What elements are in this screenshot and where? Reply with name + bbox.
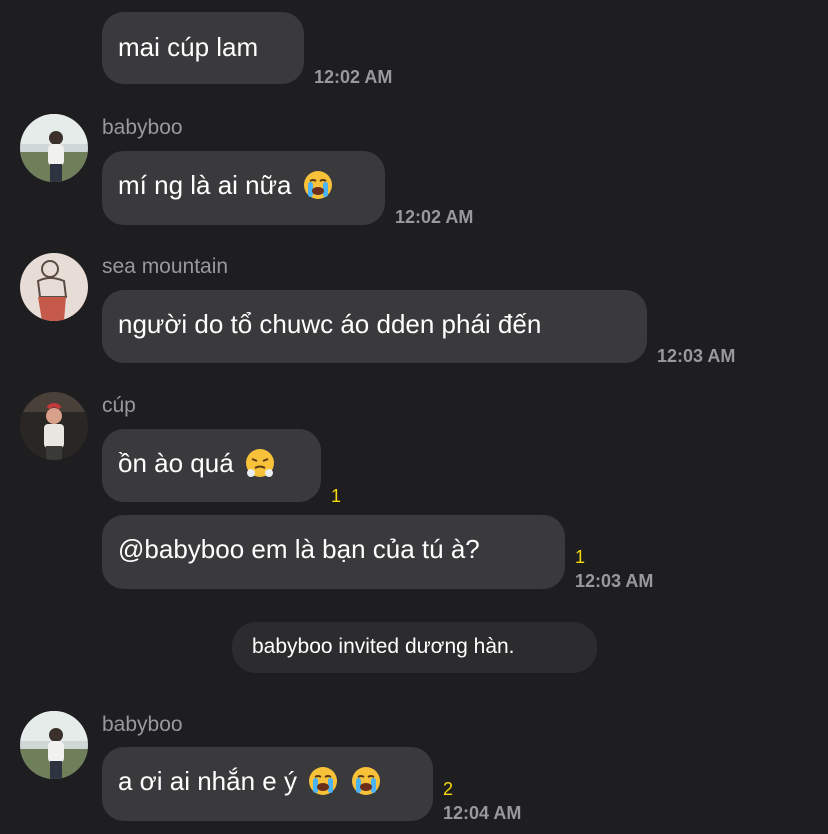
message-bubble[interactable]: người do tổ chuwc áo dden phái đến	[102, 290, 647, 363]
message-timestamp: 12:02 AM	[395, 207, 474, 227]
message-timestamp: 12:03 AM	[657, 346, 736, 366]
avatar[interactable]	[20, 711, 88, 779]
message-bubble[interactable]: mai cúp lam	[102, 12, 304, 84]
message-timestamp: 12:02 AM	[314, 67, 393, 87]
message-bubble[interactable]: @babyboo em là bạn của tú à?	[102, 515, 565, 589]
sender-name: sea mountain	[102, 255, 229, 278]
avatar[interactable]	[20, 253, 88, 321]
message-text: người do tổ chuwc áo dden phái đến	[118, 309, 542, 339]
reaction-count[interactable]: 1	[331, 486, 341, 507]
message-timestamp: 12:04 AM	[443, 803, 522, 823]
loudly-crying-face-icon	[351, 766, 381, 802]
loudly-crying-face-icon	[308, 766, 338, 802]
message-bubble[interactable]: ồn ào quá	[102, 429, 321, 502]
avatar[interactable]	[20, 114, 88, 182]
sender-name: babyboo	[102, 713, 183, 736]
message-text: ồn ào quá	[118, 448, 234, 478]
message-bubble[interactable]: mí ng là ai nữa	[102, 151, 385, 225]
reaction-count[interactable]: 1	[575, 547, 585, 568]
message-text: @babyboo em là bạn của tú à?	[118, 534, 480, 564]
message-timestamp: 12:03 AM	[575, 571, 654, 591]
face-with-steam-icon	[245, 448, 275, 484]
message-bubble[interactable]: a ơi ai nhắn e ý	[102, 747, 433, 821]
avatar-image	[20, 253, 88, 321]
avatar[interactable]	[20, 392, 88, 460]
message-text: a ơi ai nhắn e ý	[118, 766, 297, 796]
loudly-crying-face-icon	[303, 170, 333, 206]
message-text: mí ng là ai nữa	[118, 170, 292, 200]
avatar-image	[20, 114, 88, 182]
avatar-image	[20, 711, 88, 779]
reaction-count[interactable]: 2	[443, 779, 453, 800]
sender-name: babyboo	[102, 116, 183, 139]
message-text: mai cúp lam	[118, 32, 259, 62]
system-message: babyboo invited dương hàn.	[232, 622, 597, 673]
avatar-image	[20, 392, 88, 460]
sender-name: cúp	[102, 394, 136, 417]
